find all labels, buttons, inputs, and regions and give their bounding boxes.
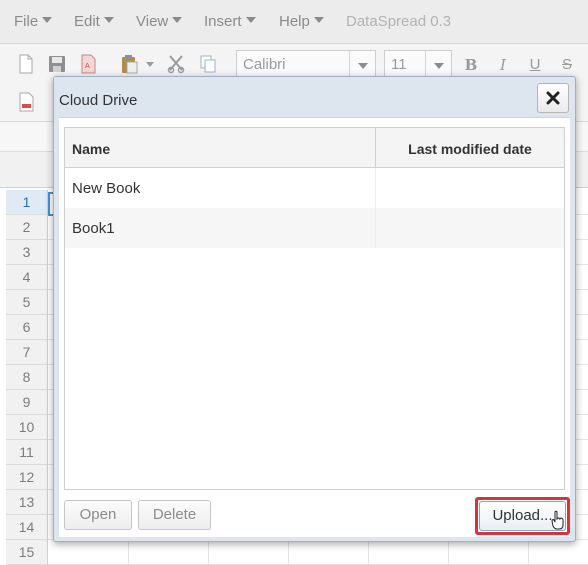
cloud-drive-dialog: Cloud Drive Name Last modified date New … [53,76,576,542]
hand-cursor-icon [551,510,564,530]
menu-edit-label: Edit [74,13,100,30]
open-button[interactable]: Open [64,500,132,530]
chevron-down-icon[interactable] [425,51,451,79]
file-list-header: Name Last modified date [65,128,564,168]
row-header[interactable]: 15 [6,540,48,565]
close-button[interactable] [537,83,569,113]
menubar: File Edit View Insert Help DataSpread 0.… [0,0,588,44]
column-header-name[interactable]: Name [72,141,110,157]
row-header[interactable]: 9 [6,390,48,415]
chevron-down-icon [172,17,183,23]
font-family-value: Calibri [243,56,286,73]
bold-button[interactable]: B [464,56,478,74]
export-icon[interactable] [17,92,35,112]
svg-text:A: A [85,62,90,70]
row-header[interactable]: 13 [6,490,48,515]
new-file-icon[interactable] [17,54,35,74]
menu-view-label: View [136,13,169,30]
row-header[interactable]: 10 [6,415,48,440]
cut-icon[interactable] [167,54,185,74]
file-name: New Book [72,180,141,197]
paste-icon[interactable] [120,54,138,74]
file-list: Name Last modified date New Book Book1 [64,127,565,490]
row-header[interactable]: 1 [6,190,48,215]
row-header[interactable]: 6 [6,315,48,340]
column-header-modified[interactable]: Last modified date [376,141,564,157]
row-header[interactable]: 2 [6,215,48,240]
menu-file-label: File [14,13,39,30]
row-header[interactable]: 12 [6,465,48,490]
pdf-export-icon[interactable]: A [79,54,97,74]
row-header[interactable]: 14 [6,515,48,540]
chevron-down-icon [103,17,114,23]
menu-insert[interactable]: Insert [204,13,256,31]
menu-edit[interactable]: Edit [74,13,114,31]
chevron-down-icon [42,17,53,23]
strikethrough-button[interactable]: S [560,56,574,74]
row-header[interactable]: 11 [6,440,48,465]
cell-divider [375,208,376,248]
menu-view[interactable]: View [136,13,183,31]
italic-button[interactable]: I [496,56,510,74]
menu-file[interactable]: File [14,13,53,31]
app-title: DataSpread 0.3 [346,13,452,30]
save-icon[interactable] [48,54,66,74]
menu-insert-label: Insert [204,13,242,30]
row-header[interactable]: 4 [6,265,48,290]
close-icon [546,91,560,105]
chevron-down-icon[interactable] [349,51,375,79]
row-header[interactable]: 7 [6,340,48,365]
chevron-down-icon [245,17,256,23]
copy-icon[interactable] [199,54,217,74]
chevron-down-icon[interactable] [146,62,154,67]
row-header[interactable]: 5 [6,290,48,315]
menu-help-label: Help [279,13,310,30]
menu-help[interactable]: Help [279,13,324,31]
row-header[interactable]: 8 [6,365,48,390]
font-size-value: 11 [391,56,407,73]
dialog-body: Name Last modified date New Book Book1 O… [59,117,570,537]
file-name: Book1 [72,220,115,237]
dialog-title: Cloud Drive [59,92,138,109]
file-row-new-book[interactable]: New Book [65,168,564,208]
cell-divider [375,168,376,208]
file-row-book1[interactable]: Book1 [65,208,564,248]
delete-button[interactable]: Delete [138,500,211,530]
underline-button[interactable]: U [528,56,542,74]
row-header[interactable]: 3 [6,240,48,265]
chevron-down-icon [313,17,324,23]
